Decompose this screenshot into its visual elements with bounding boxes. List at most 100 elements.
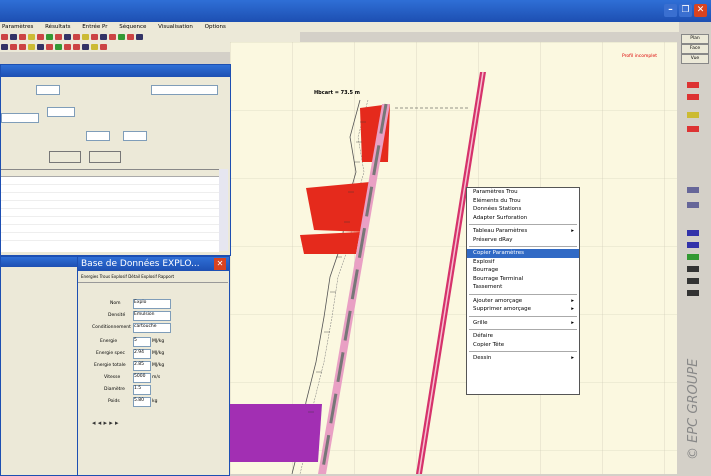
close-button[interactable]: ✕ xyxy=(694,4,707,17)
nav-button[interactable] xyxy=(36,85,60,95)
context-menu-item[interactable]: Eléments du Trou xyxy=(467,197,579,206)
text-field[interactable] xyxy=(47,107,75,117)
tool-icon[interactable] xyxy=(64,44,71,50)
field-energie-spec[interactable]: 2.94 xyxy=(133,349,151,359)
tab-rapport[interactable]: Rapport xyxy=(158,274,174,279)
close-icon[interactable] xyxy=(687,126,699,132)
table-row[interactable] xyxy=(1,233,219,241)
tool-icon[interactable] xyxy=(73,44,80,50)
tab-trous[interactable]: Trous Explosif xyxy=(100,274,127,279)
tool-icon[interactable] xyxy=(687,94,699,100)
field-energie[interactable]: 5 xyxy=(133,337,151,347)
context-menu-item[interactable]: Tassement xyxy=(467,283,579,292)
context-menu-item[interactable]: Dessin xyxy=(467,354,579,363)
context-menu-item[interactable]: Paramètres Trou xyxy=(467,188,579,197)
context-menu-item[interactable]: Bourrage Terminal xyxy=(467,275,579,284)
tool-icon[interactable] xyxy=(687,202,699,208)
field-vitesse[interactable]: 5000 xyxy=(133,373,151,383)
tool-icon[interactable] xyxy=(109,34,116,40)
tool-icon[interactable] xyxy=(687,187,699,193)
table-row[interactable] xyxy=(1,225,219,233)
action-button[interactable] xyxy=(89,151,121,163)
tool-icon[interactable] xyxy=(82,34,89,40)
maximize-button[interactable]: ❐ xyxy=(679,4,692,17)
context-menu-item[interactable]: Ajouter amorçage xyxy=(467,297,579,306)
field-conditionnement[interactable]: cartouche xyxy=(133,323,171,333)
context-menu-item[interactable]: Supprimer amorçage xyxy=(467,305,579,314)
table-row[interactable] xyxy=(1,177,219,185)
drawing-canvas[interactable]: Hbcart = 73.5 m Profil incomplet xyxy=(230,42,677,475)
view-face-button[interactable]: Face xyxy=(681,44,709,54)
tool-icon[interactable] xyxy=(91,34,98,40)
text-field[interactable] xyxy=(86,131,110,141)
field-energie-totale[interactable]: 2.85 xyxy=(133,361,151,371)
context-menu-item[interactable]: Copier Paramètres xyxy=(467,249,579,258)
menu-item-visualisation[interactable]: Visualisation xyxy=(158,24,193,30)
view-vue-button[interactable]: Vue xyxy=(681,54,709,64)
table-row[interactable] xyxy=(1,193,219,201)
tab-energies[interactable]: Energies xyxy=(81,274,98,279)
menu-item-parametres[interactable]: Paramètres xyxy=(2,24,33,30)
context-menu-item[interactable]: Grille xyxy=(467,319,579,328)
text-field[interactable] xyxy=(123,131,147,141)
tab-detail[interactable]: Détail Explosif xyxy=(128,274,157,279)
tool-icon[interactable] xyxy=(19,34,26,40)
table-row[interactable] xyxy=(1,185,219,193)
dialog-close-icon[interactable]: ✕ xyxy=(214,258,226,270)
action-button[interactable] xyxy=(49,151,81,163)
menu-item-entree[interactable]: Entrée Pr xyxy=(82,24,107,30)
tool-icon[interactable] xyxy=(136,34,143,40)
tool-icon[interactable] xyxy=(91,44,98,50)
tool-icon[interactable] xyxy=(64,34,71,40)
view-plan-button[interactable]: Plan xyxy=(681,34,709,44)
context-menu-item[interactable]: Préserve dRay xyxy=(467,236,579,245)
context-menu-item[interactable]: Tableau Paramètres xyxy=(467,227,579,236)
field-diametre[interactable]: 1.5 xyxy=(133,385,151,395)
tool-icon[interactable] xyxy=(37,44,44,50)
tool-icon[interactable] xyxy=(1,34,8,40)
context-menu-item[interactable]: Bourrage xyxy=(467,266,579,275)
tool-icon[interactable] xyxy=(55,44,62,50)
menu-item-resultats[interactable]: Résultats xyxy=(45,24,70,30)
tool-icon[interactable] xyxy=(687,266,699,272)
data-table[interactable] xyxy=(1,169,219,252)
tool-icon[interactable] xyxy=(100,34,107,40)
context-menu-item[interactable]: Explosif xyxy=(467,258,579,267)
field-poids[interactable]: 5.80 xyxy=(133,397,151,407)
nav-arrows[interactable]: ◂ ◂ ▸ ▸ ▸ xyxy=(92,419,118,427)
tool-icon[interactable] xyxy=(82,44,89,50)
tool-icon[interactable] xyxy=(100,44,107,50)
context-menu-item[interactable]: Adapter Surforation xyxy=(467,214,579,223)
tool-icon[interactable] xyxy=(687,290,699,296)
context-menu-item[interactable]: Données Stations xyxy=(467,205,579,214)
context-menu-item[interactable]: Défaire xyxy=(467,332,579,341)
table-row[interactable] xyxy=(1,217,219,225)
tool-icon[interactable] xyxy=(687,278,699,284)
minimize-button[interactable]: – xyxy=(664,4,677,17)
select-field[interactable] xyxy=(151,85,218,95)
tool-icon[interactable] xyxy=(73,34,80,40)
tool-icon[interactable] xyxy=(46,34,53,40)
tool-icon[interactable] xyxy=(10,44,17,50)
tool-icon[interactable] xyxy=(37,34,44,40)
field-nom[interactable]: Explo xyxy=(133,299,171,309)
table-row[interactable] xyxy=(1,209,219,217)
field-densite[interactable]: Emulsion xyxy=(133,311,171,321)
menu-item-options[interactable]: Options xyxy=(205,24,226,30)
tool-icon[interactable] xyxy=(127,34,134,40)
tool-icon[interactable] xyxy=(687,112,699,118)
tool-icon[interactable] xyxy=(46,44,53,50)
tool-icon[interactable] xyxy=(28,34,35,40)
tool-icon[interactable] xyxy=(10,34,17,40)
tool-icon[interactable] xyxy=(1,44,8,50)
scrollbar[interactable] xyxy=(219,169,228,251)
tool-icon[interactable] xyxy=(19,44,26,50)
tool-icon[interactable] xyxy=(687,230,699,236)
menu-item-sequence[interactable]: Séquence xyxy=(119,24,146,30)
tool-icon[interactable] xyxy=(687,82,699,88)
table-row[interactable] xyxy=(1,201,219,209)
tool-icon[interactable] xyxy=(55,34,62,40)
text-field[interactable] xyxy=(1,113,39,123)
tool-icon[interactable] xyxy=(28,44,35,50)
tool-icon[interactable] xyxy=(687,242,699,248)
